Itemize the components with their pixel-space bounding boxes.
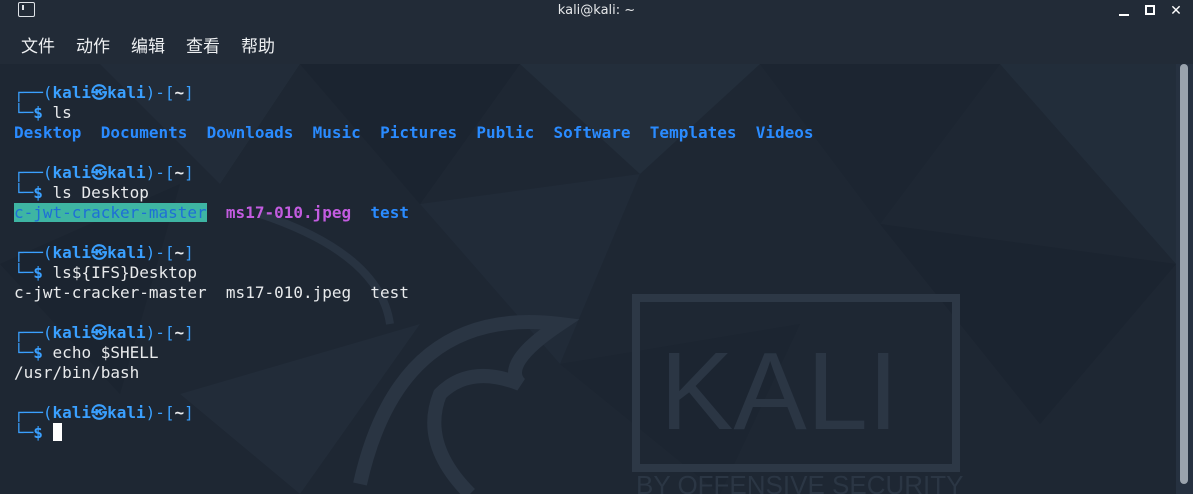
prompt-line-5: ┌──(kali㉿kali)-[~] bbox=[14, 403, 194, 422]
minimize-icon bbox=[1119, 14, 1129, 16]
menu-file[interactable]: 文件 bbox=[21, 32, 55, 57]
prompt-line-1: ┌──(kali㉿kali)-[~] bbox=[14, 83, 194, 102]
output-line-1: Desktop Documents Downloads Music Pictur… bbox=[14, 123, 814, 142]
command-text: ls Desktop bbox=[52, 183, 149, 202]
menu-help[interactable]: 帮助 bbox=[241, 32, 275, 57]
prompt-line-3: ┌──(kali㉿kali)-[~] bbox=[14, 243, 194, 262]
scrollbar-thumb[interactable] bbox=[1180, 64, 1188, 484]
command-line-2: └─$ ls Desktop bbox=[14, 183, 149, 202]
menu-bar: 文件 动作 编辑 查看 帮助 bbox=[0, 22, 1193, 64]
minimize-button[interactable] bbox=[1114, 1, 1134, 21]
terminal-output-area[interactable]: KALI BY OFFENSIVE SECURITY ┌──(kali㉿kali… bbox=[0, 64, 1176, 494]
command-text: ls bbox=[52, 103, 72, 122]
output-line-3: c-jwt-cracker-master ms17-010.jpeg test bbox=[14, 283, 409, 302]
prompt-line-2: ┌──(kali㉿kali)-[~] bbox=[14, 163, 194, 182]
kali-watermark-brand: KALI bbox=[660, 330, 898, 453]
menu-edit[interactable]: 编辑 bbox=[131, 32, 165, 57]
output-line-4: /usr/bin/bash bbox=[14, 363, 140, 382]
command-line-1: └─$ ls bbox=[14, 103, 72, 122]
title-bar[interactable]: kali@kali: ~ ✕ bbox=[0, 0, 1193, 22]
text-cursor bbox=[52, 423, 62, 441]
terminal-window: kali@kali: ~ ✕ 文件 动作 编辑 查看 帮助 KALI BY OF… bbox=[0, 0, 1193, 494]
maximize-button[interactable] bbox=[1140, 1, 1160, 21]
prompt-line-4: ┌──(kali㉿kali)-[~] bbox=[14, 323, 194, 342]
command-text: ls${IFS}Desktop bbox=[52, 263, 198, 282]
command-line-5[interactable]: └─$ bbox=[14, 423, 62, 443]
close-icon: ✕ bbox=[1170, 3, 1182, 19]
maximize-icon bbox=[1145, 5, 1155, 15]
command-line-3: └─$ ls${IFS}Desktop bbox=[14, 263, 198, 282]
close-button[interactable]: ✕ bbox=[1166, 1, 1186, 21]
highlighted-directory: c-jwt-cracker-master bbox=[14, 203, 207, 222]
kali-watermark-tagline: BY OFFENSIVE SECURITY bbox=[636, 470, 963, 494]
command-line-4: └─$ echo $SHELL bbox=[14, 343, 159, 362]
output-line-2: c-jwt-cracker-master ms17-010.jpeg test bbox=[14, 203, 409, 222]
menu-actions[interactable]: 动作 bbox=[76, 32, 110, 57]
command-text: echo $SHELL bbox=[52, 343, 159, 362]
menu-view[interactable]: 查看 bbox=[186, 32, 220, 57]
window-title: kali@kali: ~ bbox=[557, 3, 636, 18]
